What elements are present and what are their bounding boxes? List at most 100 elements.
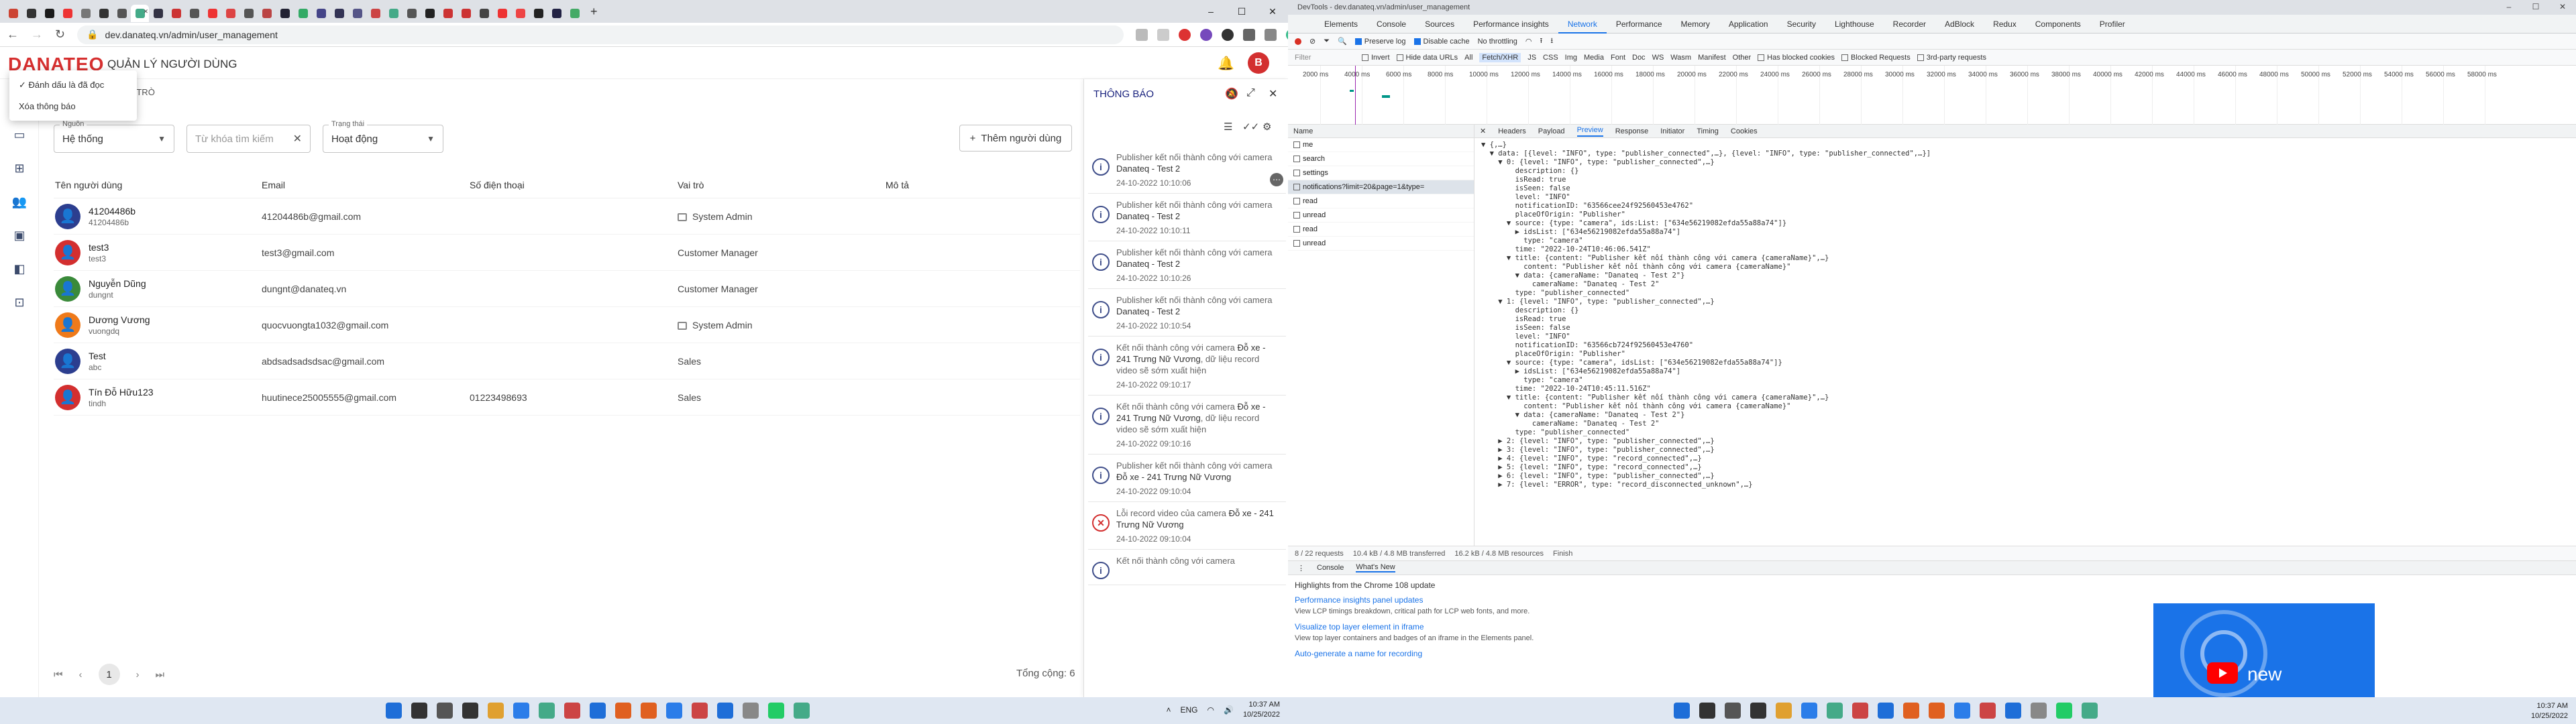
request-row[interactable]: me — [1288, 138, 1474, 152]
request-row[interactable]: search — [1288, 152, 1474, 166]
checkbox[interactable] — [1396, 54, 1403, 61]
minimize-icon[interactable]: – — [2496, 0, 2522, 15]
browser-tab[interactable] — [258, 5, 276, 22]
taskbar-app-icon[interactable] — [2031, 703, 2047, 719]
network-filter-option[interactable]: WS — [1652, 54, 1664, 62]
json-line[interactable]: notificationID: "63566cee24f92560453e476… — [1481, 202, 2569, 210]
json-line[interactable]: ▶ idsList: ["634e56219082efda55a88a74"] — [1481, 228, 2569, 237]
drawer-tab[interactable]: Console — [1317, 564, 1344, 572]
notification-item[interactable]: i Kết nối thành công với camera Đỗ xe - 2… — [1088, 337, 1286, 396]
taskbar-app-icon[interactable] — [539, 703, 555, 719]
clear-icon[interactable]: ✕ — [293, 132, 302, 145]
network-filter-input[interactable]: Filter — [1295, 54, 1355, 62]
json-line[interactable]: isRead: true — [1481, 315, 2569, 324]
checkbox[interactable] — [1841, 54, 1849, 61]
taskbar-app-icon[interactable] — [692, 703, 708, 719]
notification-item[interactable]: i Publisher kết nối thành công với camera… — [1088, 241, 1286, 289]
close-window-icon[interactable]: ✕ — [2549, 0, 2576, 15]
notification-item[interactable]: i Publisher kết nối thành công với camera… — [1088, 289, 1286, 337]
drawer-tab[interactable]: What's New — [1356, 563, 1395, 572]
json-line[interactable]: ▶ 6: {level: "INFO", type: "publisher_co… — [1481, 472, 2569, 481]
json-line[interactable]: ▼ {,…} — [1481, 141, 2569, 149]
json-line[interactable]: ▼ 0: {level: "INFO", type: "publisher_co… — [1481, 158, 2569, 167]
taskbar-app-icon[interactable] — [513, 703, 529, 719]
notification-item[interactable]: i Kết nối thành công với camera Đỗ xe - 2… — [1088, 396, 1286, 455]
youtube-play-icon[interactable] — [2207, 662, 2238, 684]
network-filter-option[interactable]: JS — [1527, 54, 1536, 62]
device-icon[interactable]: ▣ — [11, 227, 28, 244]
taskbar-app-icon[interactable] — [1827, 703, 1843, 719]
json-line[interactable]: type: "publisher_connected" — [1481, 428, 2569, 437]
browser-tab[interactable] — [76, 5, 95, 22]
detail-tab-response[interactable]: Response — [1615, 127, 1649, 135]
bookmark-icon[interactable] — [1157, 28, 1170, 41]
browser-tab[interactable] — [149, 5, 167, 22]
json-line[interactable]: time: "2022-10-24T10:46:06.541Z" — [1481, 245, 2569, 254]
checkbox[interactable] — [1758, 54, 1765, 61]
taskbar-app-icon[interactable] — [1903, 703, 1919, 719]
request-row[interactable]: settings — [1288, 166, 1474, 180]
network-filter-option[interactable]: Doc — [1632, 54, 1646, 62]
browser-tab[interactable] — [113, 5, 131, 22]
json-line[interactable]: isSeen: false — [1481, 324, 2569, 333]
disable-cache-checkbox[interactable]: Disable cache — [1413, 38, 1470, 46]
taskbar-app-icon[interactable] — [488, 703, 504, 719]
browser-tab[interactable] — [312, 5, 330, 22]
browser-tab[interactable] — [58, 5, 76, 22]
expand-icon[interactable]: ⤢ — [1246, 87, 1255, 99]
users-icon[interactable]: 👥 — [11, 193, 28, 210]
back-icon[interactable]: ← — [7, 27, 19, 42]
close-window-icon[interactable]: ✕ — [1257, 0, 1288, 23]
source-select[interactable]: Nguồn Hệ thống ▼ — [54, 120, 174, 153]
json-line[interactable]: level: "INFO" — [1481, 333, 2569, 341]
browser-tab[interactable]: ✕ — [131, 5, 149, 22]
detail-tab-preview[interactable]: Preview — [1576, 126, 1603, 137]
table-row[interactable]: 👤 test3 test3 test3@gmail.com Customer Manag… — [54, 235, 1080, 271]
json-line[interactable]: level: "INFO" — [1481, 193, 2569, 202]
devtools-tab-security[interactable]: Security — [1778, 15, 1825, 34]
table-row[interactable]: 👤 Nguyễn Dũng dungnt dungnt@danateq.vn Custo… — [54, 271, 1080, 307]
grid-icon[interactable]: ⊞ — [11, 160, 28, 177]
extension-adblock-icon[interactable] — [1179, 28, 1191, 41]
devtools-tab-profiler[interactable]: Profiler — [2090, 15, 2135, 34]
json-line[interactable]: ▼ title: {content: "Publisher kết nối th… — [1481, 394, 2569, 402]
taskbar-app-icon[interactable] — [1725, 703, 1741, 719]
taskbar-app-icon[interactable] — [590, 703, 606, 719]
detail-tab-timing[interactable]: Timing — [1697, 127, 1719, 135]
preserve-log-checkbox[interactable]: Preserve log — [1354, 38, 1406, 46]
avatar[interactable]: B — [1248, 52, 1269, 74]
search-input[interactable]: Từ khóa tìm kiếm ✕ — [186, 125, 311, 153]
close-detail-icon[interactable]: ✕ — [1480, 127, 1486, 135]
json-line[interactable]: ▼ data: [{level: "INFO", type: "publishe… — [1481, 149, 2569, 158]
browser-tab[interactable] — [185, 5, 203, 22]
taskbar-app-icon[interactable] — [768, 703, 784, 719]
json-line[interactable]: cameraName: "Danateq - Test 2" — [1481, 280, 2569, 289]
devtools-tab-components[interactable]: Components — [2026, 15, 2090, 34]
devtools-tab-lighthouse[interactable]: Lighthouse — [1825, 15, 1884, 34]
whats-new-link[interactable]: Visualize top layer element in iframe — [1295, 622, 1610, 631]
json-line[interactable]: type: "publisher_connected" — [1481, 289, 2569, 298]
taskbar-app-icon[interactable] — [2005, 703, 2021, 719]
table-row[interactable]: 👤 Tín Đỗ Hữu123 tindh huutinece25005555@gma… — [54, 379, 1080, 416]
taskbar-app-icon[interactable] — [1980, 703, 1996, 719]
notification-item[interactable]: i Kết nối thành công với camera — [1088, 550, 1286, 585]
devtools-tab-application[interactable]: Application — [1719, 15, 1778, 34]
mute-icon[interactable]: 🔕 — [1225, 87, 1238, 101]
network-filter-option[interactable]: Invert — [1362, 54, 1390, 62]
taskbar-app-icon[interactable] — [1699, 703, 1715, 719]
devtools-tab-network[interactable]: Network — [1558, 15, 1607, 34]
json-line[interactable]: ▼ 1: {level: "INFO", type: "publisher_co… — [1481, 298, 2569, 306]
detail-tab-headers[interactable]: Headers — [1498, 127, 1526, 135]
taskbar-app-icon[interactable] — [386, 703, 402, 719]
new-tab-button[interactable]: + — [590, 5, 598, 19]
json-line[interactable]: ▼ source: {type: "camera", ids:List: ["6… — [1481, 219, 2569, 228]
browser-tab[interactable] — [330, 5, 348, 22]
network-filter-option[interactable]: Blocked Requests — [1841, 54, 1911, 62]
browser-tab[interactable] — [221, 5, 239, 22]
chevron-up-icon[interactable]: ˄ — [1166, 705, 1171, 715]
upload-icon[interactable]: ⭱ — [1540, 35, 1543, 48]
browser-tab[interactable] — [167, 5, 185, 22]
taskbar-app-icon[interactable] — [1929, 703, 1945, 719]
json-line[interactable]: cameraName: "Danateq - Test 2" — [1481, 420, 2569, 428]
devtools-tab-performance[interactable]: Performance — [1607, 15, 1672, 34]
